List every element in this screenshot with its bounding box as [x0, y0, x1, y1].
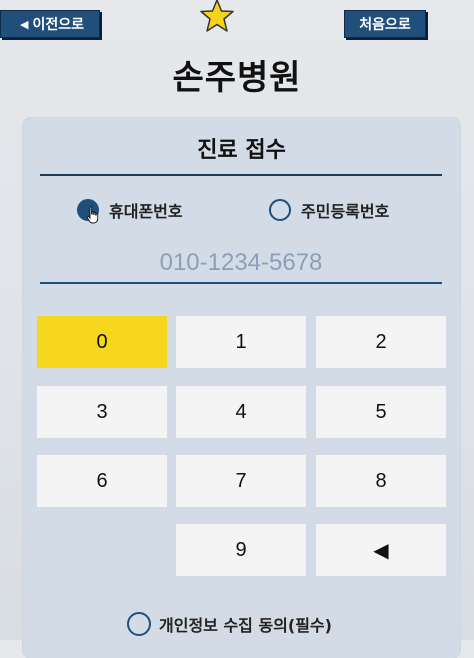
- keypad-key-3[interactable]: 3: [37, 386, 167, 438]
- star-icon: [200, 0, 234, 32]
- home-button-label: 처음으로: [359, 17, 411, 33]
- back-button-label: 이전으로: [32, 17, 84, 33]
- hospital-name: 손주병원: [172, 58, 302, 98]
- keypad-key-4[interactable]: 4: [176, 386, 306, 438]
- phone-number-option[interactable]: 휴대폰번호: [77, 198, 183, 224]
- consent-radio-button[interactable]: [127, 612, 151, 636]
- hand-cursor-icon: [86, 206, 99, 224]
- panel-title: 진료 접수: [197, 138, 286, 163]
- keypad-key-1[interactable]: 1: [176, 316, 306, 368]
- resident-number-option[interactable]: 주민등록번호: [269, 198, 389, 222]
- keypad-key-8[interactable]: 8: [316, 455, 446, 507]
- back-arrow-icon: ◀: [20, 17, 29, 31]
- keypad-key-7[interactable]: 7: [176, 455, 306, 507]
- resident-option-label: 주민등록번호: [301, 202, 390, 221]
- keypad-key-9[interactable]: 9: [176, 524, 306, 576]
- phone-option-label: 휴대폰번호: [109, 202, 183, 221]
- home-button[interactable]: 처음으로: [344, 10, 426, 38]
- phone-number-input[interactable]: [40, 244, 442, 284]
- consent-label: 개인정보 수집 동의(필수): [159, 616, 332, 635]
- keypad-key-2[interactable]: 2: [316, 316, 446, 368]
- title-divider: [40, 174, 442, 176]
- keypad-key-0[interactable]: 0: [37, 316, 167, 368]
- phone-radio-button[interactable]: [77, 199, 99, 224]
- resident-radio-button[interactable]: [269, 199, 291, 221]
- reception-panel: 진료 접수 휴대폰번호 주민등록번호 0 1 2 3 4 5 6 7 8 9 ◀…: [23, 118, 460, 658]
- keypad-key-6[interactable]: 6: [37, 455, 167, 507]
- backspace-icon[interactable]: ◀: [316, 524, 446, 576]
- back-button[interactable]: ◀ 이전으로: [0, 10, 100, 38]
- keypad-key-5[interactable]: 5: [316, 386, 446, 438]
- privacy-consent-option[interactable]: 개인정보 수집 동의(필수): [127, 611, 332, 637]
